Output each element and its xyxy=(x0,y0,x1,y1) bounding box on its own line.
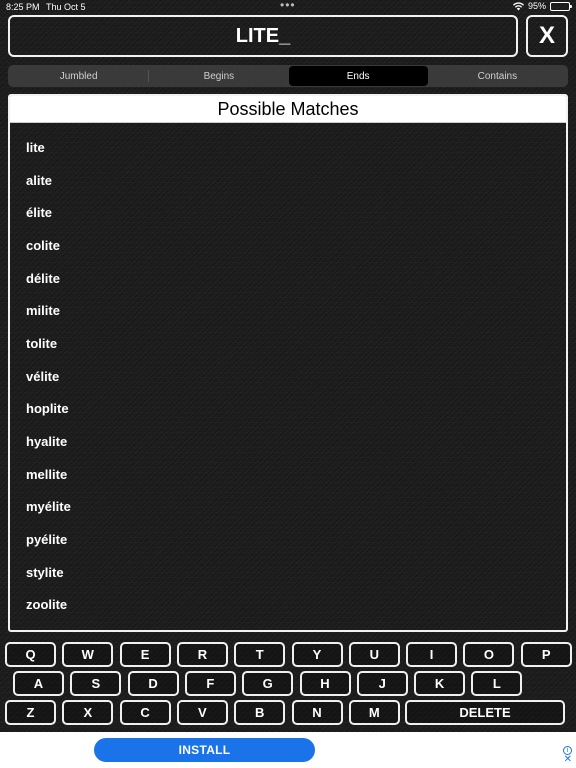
key-c[interactable]: C xyxy=(119,700,171,725)
key-h[interactable]: H xyxy=(299,671,351,696)
key-s[interactable]: S xyxy=(70,671,122,696)
key-q[interactable]: Q xyxy=(5,642,56,667)
battery-percent: 95% xyxy=(527,1,546,11)
results-panel: Possible Matches lite alite élite colite dél… xyxy=(8,94,568,632)
key-w[interactable]: W xyxy=(62,642,114,667)
keyboard-row-1: QWERTYUIOP xyxy=(0,642,576,667)
keyboard-row-2: ASDFGHJKL xyxy=(0,671,576,696)
install-button[interactable]: INSTALL xyxy=(94,738,315,762)
key-t[interactable]: T xyxy=(234,642,286,667)
key-e[interactable]: E xyxy=(119,642,171,667)
list-item[interactable]: mellite xyxy=(10,458,566,491)
key-u[interactable]: U xyxy=(348,642,400,667)
key-b[interactable]: B xyxy=(234,700,286,725)
key-a[interactable]: A xyxy=(13,671,64,696)
list-item[interactable]: tolite xyxy=(10,327,566,360)
list-item[interactable]: zoolite xyxy=(10,589,566,622)
search-mode-segmented-control: Jumbled Begins Ends Contains xyxy=(8,65,568,87)
list-item[interactable]: stylite xyxy=(10,556,566,589)
key-k[interactable]: K xyxy=(414,671,466,696)
delete-key[interactable]: DELETE xyxy=(405,700,565,725)
key-m[interactable]: M xyxy=(348,700,400,725)
key-f[interactable]: F xyxy=(184,671,236,696)
list-item[interactable]: myélite xyxy=(10,491,566,524)
list-item[interactable]: pyélite xyxy=(10,523,566,556)
key-o[interactable]: O xyxy=(463,642,515,667)
multitasking-dots-icon[interactable]: ••• xyxy=(280,0,296,12)
clear-button[interactable]: X xyxy=(526,15,568,57)
keyboard-row-3: Z X C V B N M DELETE xyxy=(0,700,576,725)
list-item[interactable]: colite xyxy=(10,229,566,262)
battery-icon xyxy=(550,1,572,11)
key-i[interactable]: I xyxy=(406,642,458,667)
results-list[interactable]: lite alite élite colite délite milite tolite vé… xyxy=(10,123,566,621)
key-n[interactable]: N xyxy=(291,700,343,725)
close-icon[interactable]: ✕ xyxy=(564,754,572,765)
tab-jumbled[interactable]: Jumbled xyxy=(9,66,148,86)
query-input[interactable]: LITE_ xyxy=(8,15,518,57)
list-item[interactable]: lite xyxy=(10,131,566,164)
wifi-icon xyxy=(512,1,524,11)
key-y[interactable]: Y xyxy=(291,642,343,667)
ad-banner: INSTALL i ✕ xyxy=(0,732,576,768)
list-item[interactable]: hoplite xyxy=(10,393,566,426)
list-item[interactable]: élite xyxy=(10,196,566,229)
results-title: Possible Matches xyxy=(10,96,566,123)
letter-keyboard: QWERTYUIOP ASDFGHJKL Z X C V B N M DELETE xyxy=(0,640,576,728)
tab-ends[interactable]: Ends xyxy=(288,66,428,86)
list-item[interactable]: alite xyxy=(10,164,566,197)
status-bar: 8:25 PM Thu Oct 5 ••• 95% xyxy=(0,0,576,14)
key-j[interactable]: J xyxy=(356,671,408,696)
key-l[interactable]: L xyxy=(471,671,523,696)
key-d[interactable]: D xyxy=(127,671,179,696)
key-x[interactable]: X xyxy=(62,700,114,725)
tab-begins[interactable]: Begins xyxy=(149,66,288,86)
list-item[interactable]: délite xyxy=(10,262,566,295)
list-item[interactable]: milite xyxy=(10,294,566,327)
key-p[interactable]: P xyxy=(520,642,572,667)
list-item[interactable]: hyalite xyxy=(10,425,566,458)
key-g[interactable]: G xyxy=(242,671,294,696)
key-z[interactable]: Z xyxy=(5,700,56,725)
key-r[interactable]: R xyxy=(176,642,228,667)
tab-contains[interactable]: Contains xyxy=(428,66,567,86)
status-indicators: 95% xyxy=(512,1,572,11)
status-time: 8:25 PM xyxy=(6,2,40,12)
list-item[interactable]: vélite xyxy=(10,360,566,393)
status-date: Thu Oct 5 xyxy=(46,2,86,12)
key-v[interactable]: V xyxy=(176,700,228,725)
